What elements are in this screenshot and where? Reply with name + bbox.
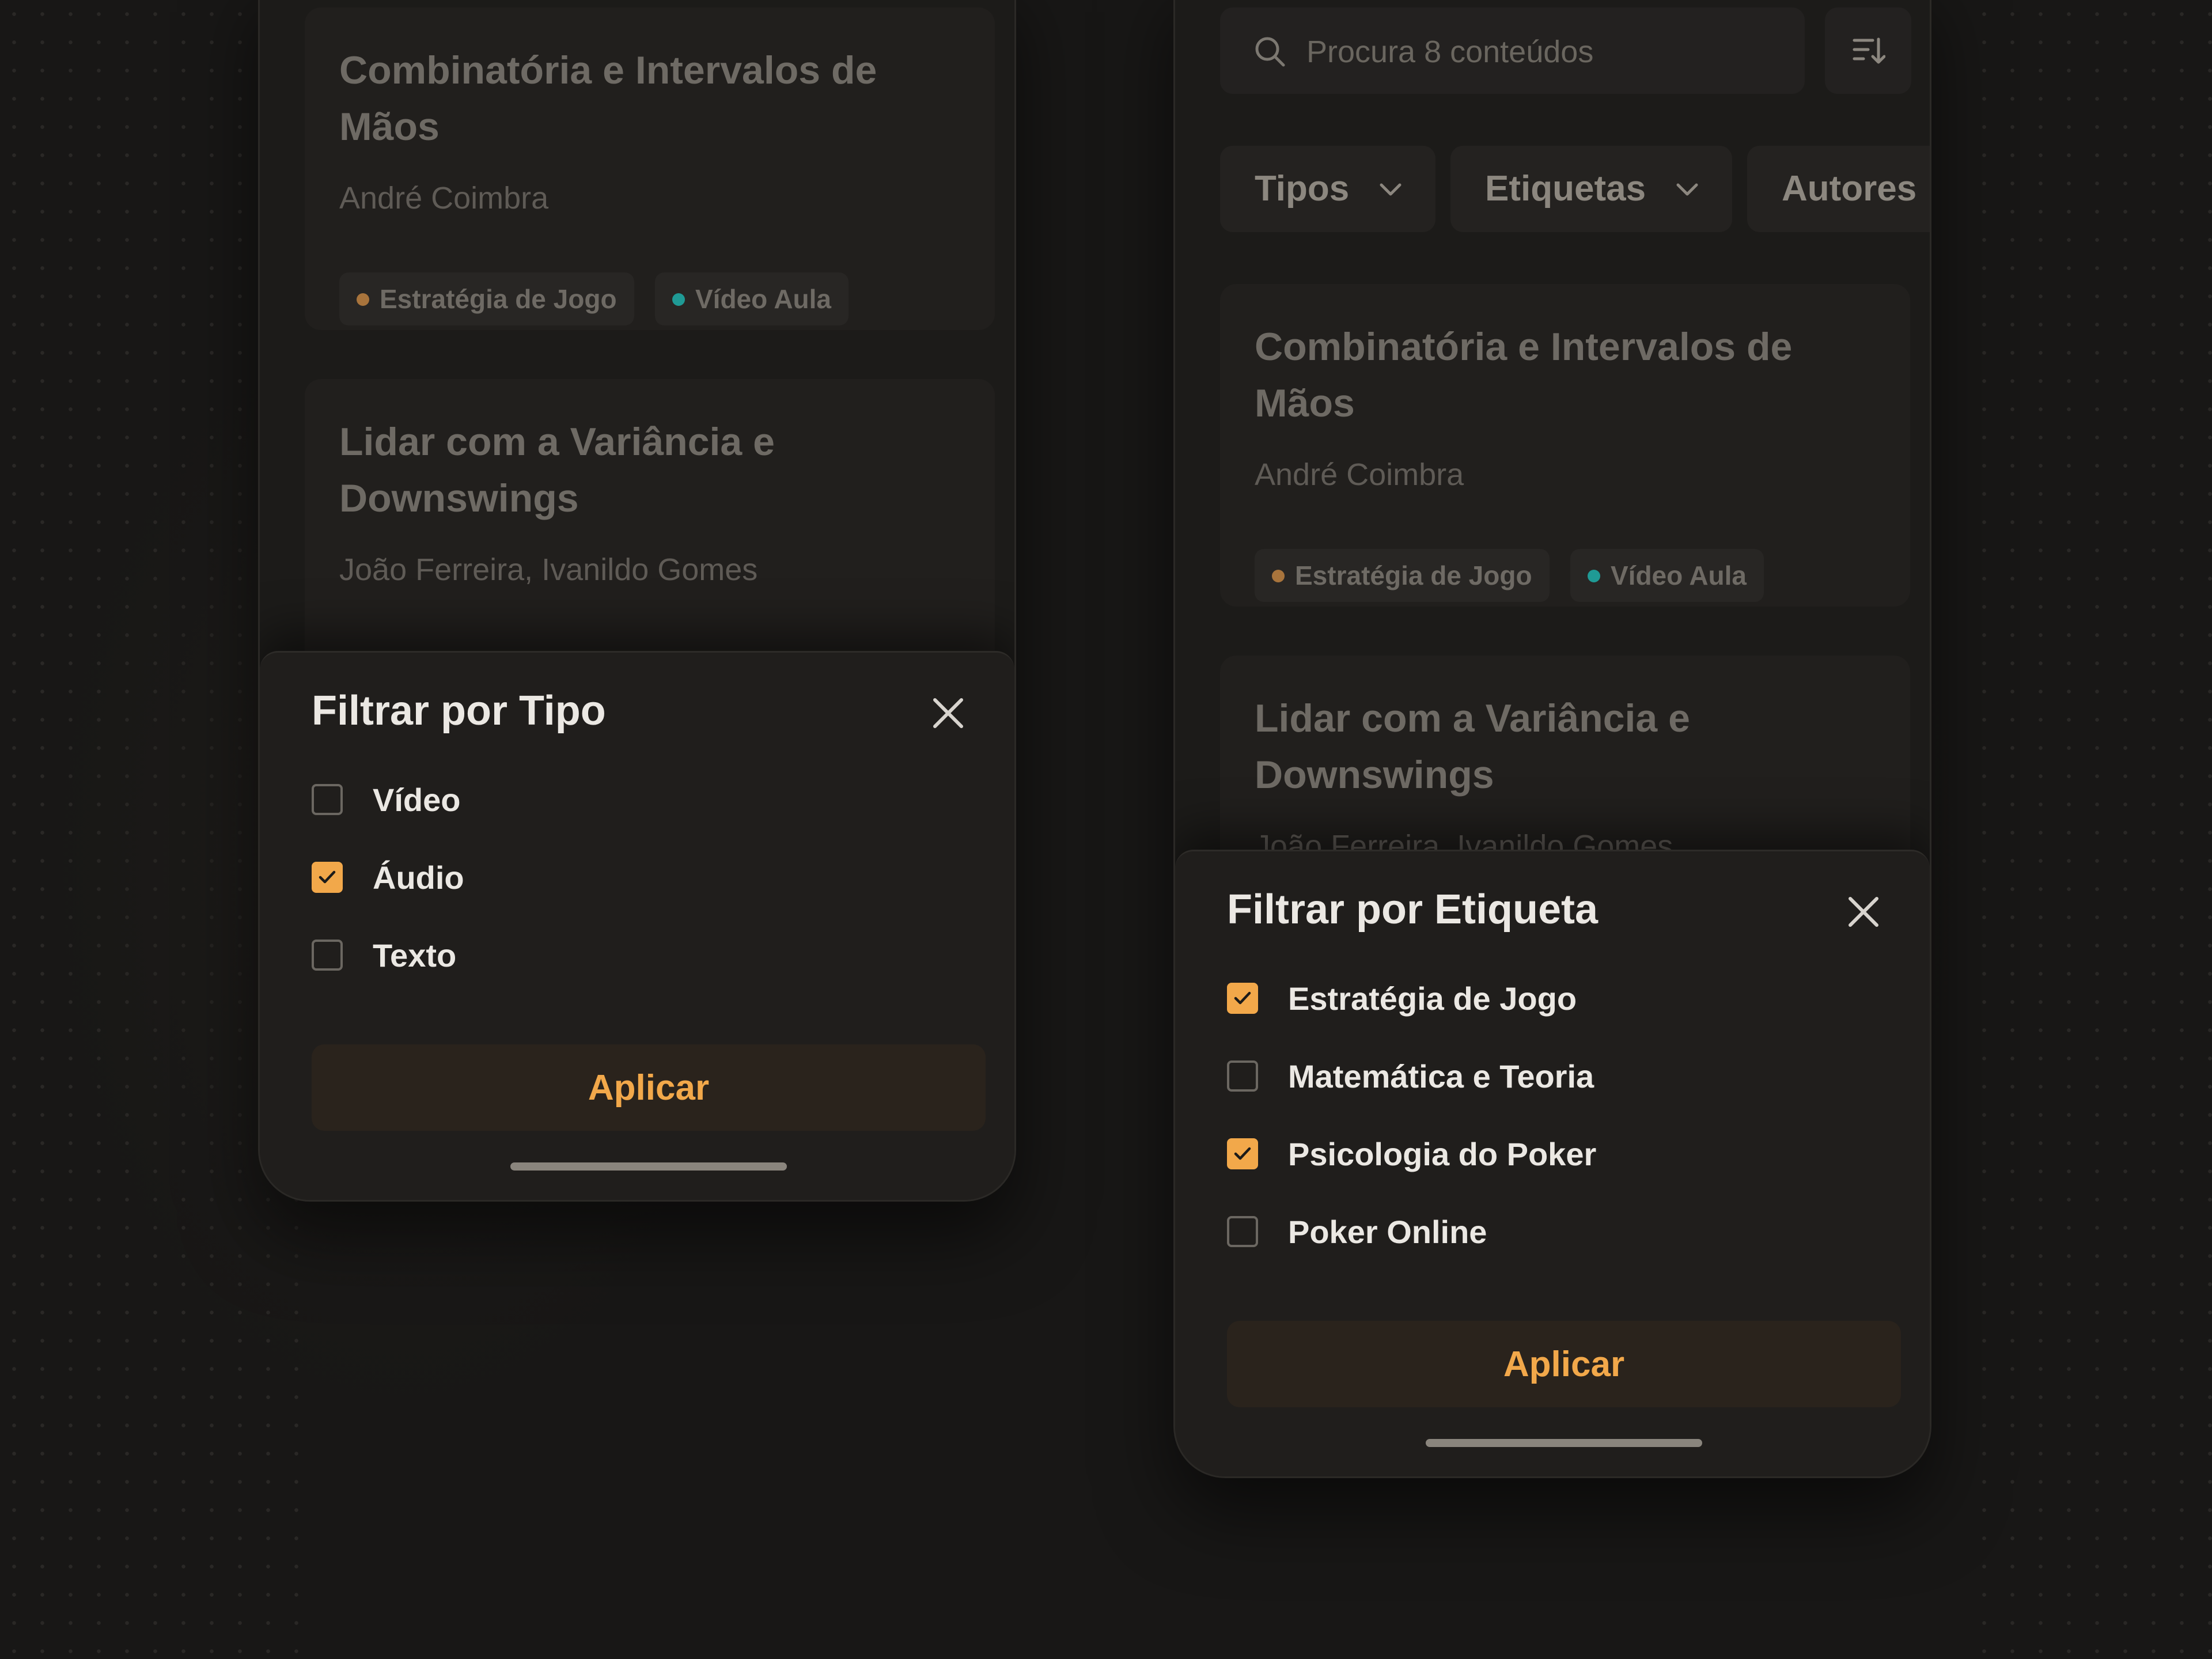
tag-video-aula: Vídeo Aula xyxy=(1570,549,1764,602)
option-label: Estratégia de Jogo xyxy=(1288,980,1577,1017)
check-icon xyxy=(1234,991,1251,1005)
option-poker-online[interactable]: Poker Online xyxy=(1227,1200,1487,1263)
card-author: João Ferreira, Ivanildo Gomes xyxy=(339,552,758,587)
phone-screen-left: Combinatória e Intervalos de Mãos André … xyxy=(258,0,1016,1202)
filter-chip-autores[interactable]: Autores xyxy=(1747,146,1930,232)
card-title: Lidar com a Variância e Downswings xyxy=(1255,696,1690,797)
tag-dot xyxy=(357,293,369,306)
sheet-title: Filtrar por Etiqueta xyxy=(1227,887,1599,933)
option-psicologia-do-poker[interactable]: Psicologia do Poker xyxy=(1227,1122,1596,1185)
card-author: André Coimbra xyxy=(339,181,549,215)
option-matematica-e-teoria[interactable]: Matemática e Teoria xyxy=(1227,1044,1594,1108)
phone-screen-right: Procura 8 conteúdos Tipos Etiquetas Auto… xyxy=(1173,0,1931,1478)
card-title: Combinatória e Intervalos de Mãos xyxy=(1255,325,1793,425)
option-audio[interactable]: Áudio xyxy=(312,846,464,909)
close-icon[interactable] xyxy=(928,693,968,733)
checkbox[interactable] xyxy=(1227,1060,1258,1092)
chevron-down-icon xyxy=(1676,183,1698,196)
option-label: Poker Online xyxy=(1288,1213,1487,1250)
content-card[interactable]: Combinatória e Intervalos de Mãos André … xyxy=(305,7,995,330)
apply-button[interactable]: Aplicar xyxy=(1227,1321,1901,1407)
home-indicator xyxy=(510,1162,787,1171)
card-title: Lidar com a Variância e Downswings xyxy=(339,420,775,520)
tag-dot xyxy=(1272,570,1285,582)
option-label: Texto xyxy=(373,937,457,974)
check-icon xyxy=(1234,1147,1251,1160)
filter-sheet-etiqueta: Filtrar por Etiqueta Estratégia de Jogo … xyxy=(1175,850,1930,1476)
tag-video-aula: Vídeo Aula xyxy=(655,272,849,325)
checkbox[interactable] xyxy=(1227,1216,1258,1247)
option-label: Áudio xyxy=(373,859,464,896)
search-input[interactable]: Procura 8 conteúdos xyxy=(1220,7,1805,94)
card-title: Combinatória e Intervalos de Mãos xyxy=(339,48,877,149)
option-estrategia-de-jogo[interactable]: Estratégia de Jogo xyxy=(1227,967,1577,1030)
option-label: Psicologia do Poker xyxy=(1288,1135,1597,1172)
chevron-down-icon xyxy=(1380,183,1402,196)
search-placeholder: Procura 8 conteúdos xyxy=(1306,35,1594,69)
check-icon xyxy=(319,870,336,884)
tag-estrategia: Estratégia de Jogo xyxy=(339,272,634,325)
search-icon xyxy=(1255,37,1285,67)
option-label: Vídeo xyxy=(373,781,461,818)
sort-button[interactable] xyxy=(1825,7,1911,94)
tag-estrategia: Estratégia de Jogo xyxy=(1255,549,1550,602)
option-label: Matemática e Teoria xyxy=(1288,1058,1594,1094)
checkbox-checked[interactable] xyxy=(1227,1138,1258,1169)
tag-dot xyxy=(1588,570,1600,582)
card-author: André Coimbra xyxy=(1255,457,1464,492)
checkbox-checked[interactable] xyxy=(312,862,343,893)
option-texto[interactable]: Texto xyxy=(312,923,456,987)
sort-icon xyxy=(1853,37,1885,64)
filter-chip-tipos[interactable]: Tipos xyxy=(1220,146,1436,232)
checkbox-checked[interactable] xyxy=(1227,983,1258,1014)
sheet-title: Filtrar por Tipo xyxy=(312,688,606,734)
tag-dot xyxy=(672,293,685,306)
apply-button[interactable]: Aplicar xyxy=(312,1044,986,1131)
checkbox[interactable] xyxy=(312,784,343,815)
filter-sheet-tipo: Filtrar por Tipo Vídeo Áudio Texto Aplic… xyxy=(260,651,1014,1200)
close-icon[interactable] xyxy=(1843,892,1884,932)
home-indicator xyxy=(1426,1439,1702,1447)
checkbox[interactable] xyxy=(312,940,343,971)
content-card[interactable]: Combinatória e Intervalos de Mãos André … xyxy=(1220,284,1910,607)
filter-chip-etiquetas[interactable]: Etiquetas xyxy=(1450,146,1733,232)
option-video[interactable]: Vídeo xyxy=(312,768,460,831)
